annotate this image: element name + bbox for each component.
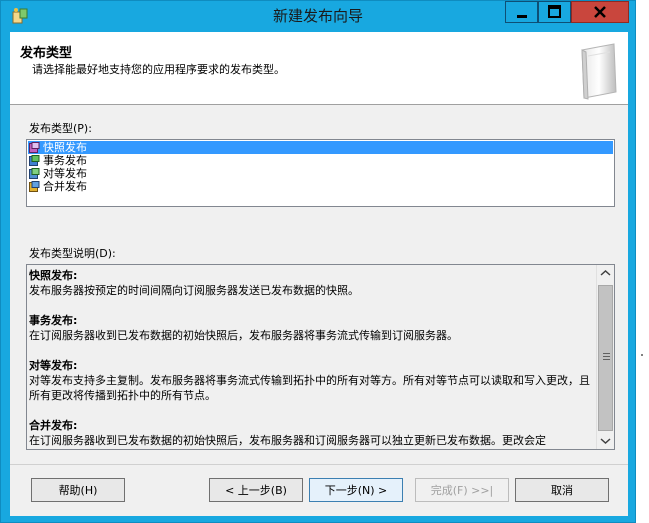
wizard-header: 发布类型 请选择能最好地支持您的应用程序要求的发布类型。 bbox=[10, 32, 628, 105]
list-item-peer-to-peer[interactable]: 对等发布 bbox=[28, 167, 87, 180]
next-button[interactable]: 下一步(N) > bbox=[309, 478, 403, 502]
cancel-button[interactable]: 取消 bbox=[515, 478, 609, 502]
transactional-publication-icon bbox=[29, 155, 40, 166]
help-button[interactable]: 帮助(H) bbox=[31, 478, 125, 502]
background-dot bbox=[641, 354, 643, 356]
wizard-window: 新建发布向导 发布类型 请选择能最好地支持您的应用程序要求的发布类型。 发布类型… bbox=[0, 0, 636, 523]
maximize-icon bbox=[548, 5, 561, 18]
section-text-merge: 在订阅服务器收到已发布数据的初始快照后，发布服务器和订阅服务器可以独立更新已发布… bbox=[29, 434, 546, 447]
publication-description-box[interactable]: 快照发布: 发布服务器按预定的时间间隔向订阅服务器发送已发布数据的快照。 事务发… bbox=[26, 264, 615, 450]
section-heading-snapshot: 快照发布: bbox=[29, 269, 78, 282]
publication-type-label: 发布类型(P): bbox=[29, 122, 92, 135]
publication-description-label: 发布类型说明(D): bbox=[29, 247, 116, 260]
scroll-grip-icon bbox=[603, 353, 610, 354]
page-subtitle: 请选择能最好地支持您的应用程序要求的发布类型。 bbox=[32, 63, 285, 76]
section-text-peer-to-peer: 对等发布支持多主复制。发布服务器将事务流式传输到拓扑中的所有对等方。所有对等节点… bbox=[29, 374, 590, 402]
list-item-label: 事务发布 bbox=[43, 154, 87, 167]
scroll-thumb[interactable] bbox=[598, 285, 613, 431]
maximize-button[interactable] bbox=[538, 1, 571, 23]
section-heading-transactional: 事务发布: bbox=[29, 314, 78, 327]
peer-to-peer-publication-icon bbox=[29, 168, 40, 179]
scroll-down-icon[interactable] bbox=[597, 432, 614, 449]
finish-button[interactable]: 完成(F) >>| bbox=[415, 478, 509, 502]
title-bar[interactable]: 新建发布向导 bbox=[1, 1, 635, 31]
list-item-label: 对等发布 bbox=[43, 167, 87, 180]
footer-divider bbox=[10, 464, 628, 465]
publication-type-list[interactable]: 快照发布 事务发布 对等发布 合并发布 bbox=[26, 139, 615, 207]
section-text-transactional: 在订阅服务器收到已发布数据的初始快照后，发布服务器将事务流式传输到订阅服务器。 bbox=[29, 329, 458, 342]
snapshot-publication-icon bbox=[29, 142, 40, 153]
list-item-transactional[interactable]: 事务发布 bbox=[28, 154, 87, 167]
close-button[interactable] bbox=[571, 1, 629, 23]
page-title: 发布类型 bbox=[20, 46, 73, 61]
scroll-up-icon[interactable] bbox=[597, 265, 614, 282]
publication-book-icon bbox=[581, 43, 617, 100]
close-icon bbox=[594, 6, 606, 18]
minimize-icon bbox=[517, 15, 527, 18]
list-item-snapshot[interactable]: 快照发布 bbox=[28, 141, 613, 154]
list-item-label: 合并发布 bbox=[43, 180, 87, 193]
description-scrollbar[interactable] bbox=[596, 265, 614, 449]
description-text: 快照发布: 发布服务器按预定的时间间隔向订阅服务器发送已发布数据的快照。 事务发… bbox=[29, 268, 594, 448]
list-item-merge[interactable]: 合并发布 bbox=[28, 180, 87, 193]
wizard-client-area: 发布类型 请选择能最好地支持您的应用程序要求的发布类型。 发布类型(P): 快照… bbox=[10, 32, 628, 516]
section-text-snapshot: 发布服务器按预定的时间间隔向订阅服务器发送已发布数据的快照。 bbox=[29, 284, 359, 297]
section-heading-merge: 合并发布: bbox=[29, 419, 78, 432]
back-button[interactable]: < 上一步(B) bbox=[209, 478, 303, 502]
section-heading-peer-to-peer: 对等发布: bbox=[29, 359, 78, 372]
list-item-label: 快照发布 bbox=[43, 141, 87, 154]
merge-publication-icon bbox=[29, 181, 40, 192]
minimize-button[interactable] bbox=[505, 1, 538, 23]
